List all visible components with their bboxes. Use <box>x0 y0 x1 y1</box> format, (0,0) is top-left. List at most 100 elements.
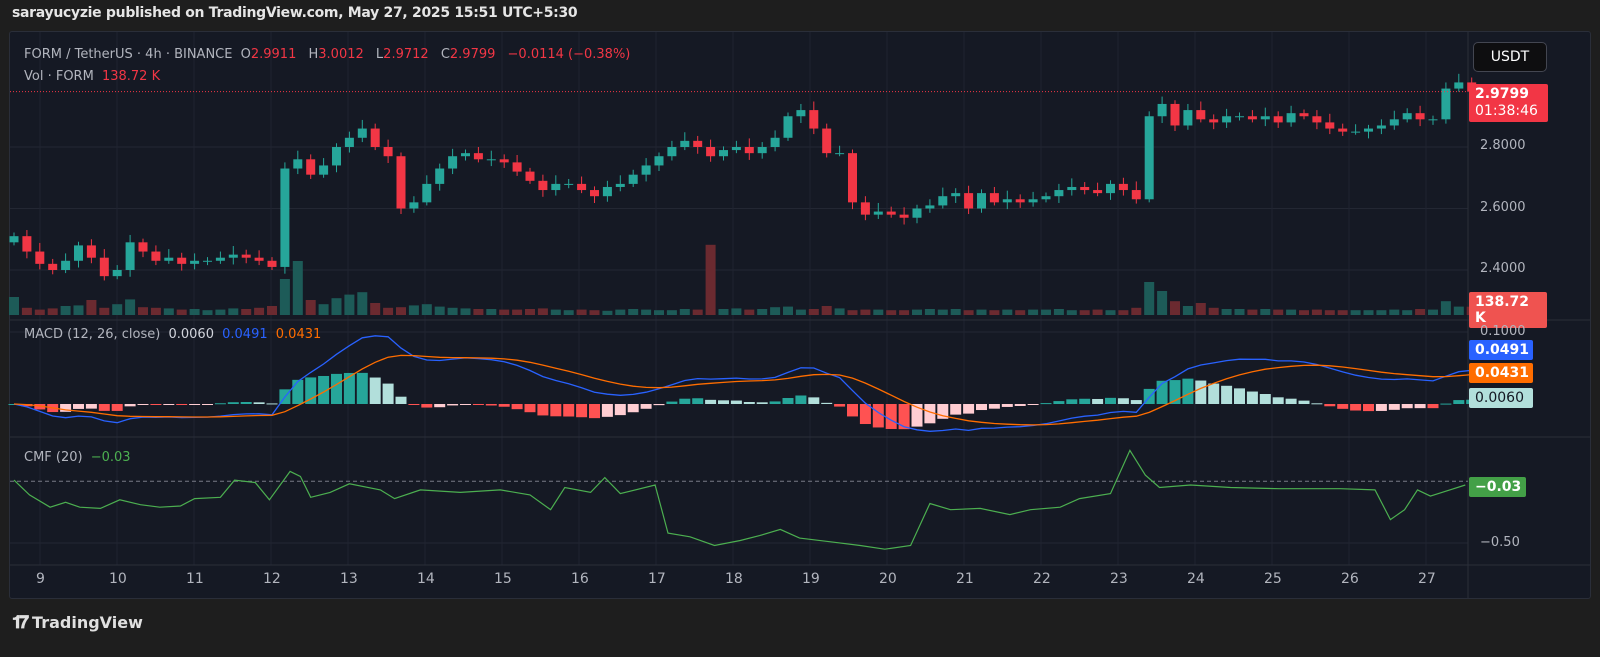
macd-histogram-bar <box>1259 394 1271 404</box>
macd-histogram-bar <box>1285 398 1297 404</box>
time-axis-tick: 9 <box>36 571 45 587</box>
macd-histogram-bar <box>266 403 278 405</box>
volume-bar <box>1324 310 1335 315</box>
price-axis-tick: 2.4000 <box>1480 261 1526 276</box>
tradingview-logo[interactable]: 𝟏𝟕 TradingView <box>12 612 143 633</box>
volume-bar <box>847 310 858 315</box>
macd-histogram-bar <box>808 397 820 404</box>
volume-bar <box>1247 309 1258 315</box>
macd-histogram-bar <box>666 401 678 404</box>
volume-bar <box>1376 310 1387 315</box>
volume-bar <box>1028 309 1039 315</box>
candle-body <box>1106 183 1115 194</box>
volume-bar <box>1389 309 1400 315</box>
macd-histogram-bar <box>163 404 175 405</box>
candle-body <box>267 260 277 267</box>
time-axis-tick: 11 <box>186 571 204 587</box>
volume-legend: Vol · FORM 138.72 K <box>24 69 164 84</box>
candle-body <box>1325 122 1335 129</box>
macd-histogram-bar <box>1027 404 1039 405</box>
macd-histogram-bar <box>305 377 317 404</box>
candle-body <box>1080 186 1090 191</box>
macd-histogram-bar <box>150 404 162 405</box>
candle-body <box>190 260 200 264</box>
candle-body <box>1183 110 1193 126</box>
volume-bar <box>576 309 587 315</box>
time-axis-tick: 24 <box>1187 571 1205 587</box>
candle-body <box>177 257 187 264</box>
macd-histogram-bar <box>124 404 136 407</box>
candle-body <box>319 165 329 175</box>
volume-bar <box>460 308 471 315</box>
candle-body <box>9 236 19 243</box>
volume-bar <box>899 310 910 315</box>
volume-bar <box>757 309 768 315</box>
macd-histogram-bar <box>1298 400 1310 404</box>
volume-bar <box>1170 301 1180 315</box>
volume-bar <box>125 299 136 315</box>
candle-body <box>835 153 845 155</box>
macd-histogram-bar <box>589 404 600 419</box>
volume-bar <box>383 307 394 315</box>
volume-bar <box>434 306 445 315</box>
candle-body <box>809 110 819 129</box>
candle-body <box>848 153 857 203</box>
candle-body <box>770 137 780 147</box>
volume-bar <box>537 308 548 315</box>
volume-bar <box>692 309 703 315</box>
macd-histogram-bar <box>679 398 691 404</box>
volume-bar <box>1402 310 1413 315</box>
macd-axis-tick: 0.1000 <box>1480 324 1526 339</box>
macd-histogram-bar <box>743 402 755 404</box>
symbol-name[interactable]: FORM / TetherUS · 4h · BINANCE <box>24 47 232 62</box>
candle-body <box>1364 128 1373 132</box>
macd-histogram-bar <box>1092 398 1104 404</box>
macd-histogram-bar <box>214 403 226 405</box>
macd-hist-value: 0.0060 <box>168 327 214 342</box>
volume-label[interactable]: Vol · FORM <box>24 69 94 84</box>
time-axis-tick: 21 <box>956 571 974 587</box>
macd-histogram-bar <box>1066 399 1078 404</box>
macd-histogram-bar <box>718 400 729 404</box>
macd-histogram-bar <box>1272 397 1284 404</box>
volume-bar <box>267 306 277 315</box>
candle-body <box>938 196 948 206</box>
candle-body <box>577 183 587 191</box>
time-axis-tick: 19 <box>802 571 820 587</box>
candle-body <box>525 171 535 181</box>
volume-bar <box>279 279 290 315</box>
macd-hist-badge: 0.0060 <box>1469 388 1533 408</box>
macd-histogram-bar <box>1001 404 1013 407</box>
volume-bar <box>744 309 755 315</box>
volume-bar <box>73 305 84 315</box>
change-value: −0.0114 (−0.38%) <box>507 47 631 62</box>
candle-body <box>1067 186 1077 191</box>
volume-bar <box>1440 301 1451 315</box>
volume-bar <box>770 307 781 315</box>
cmf-label[interactable]: CMF (20) <box>24 450 83 465</box>
time-axis-tick: 10 <box>109 571 127 587</box>
macd-label[interactable]: MACD (12, 26, close) <box>24 327 160 342</box>
volume-bar <box>1066 310 1077 315</box>
candle-body <box>228 254 238 258</box>
macd-histogram-bar <box>137 404 149 405</box>
candle-body <box>731 147 741 151</box>
candle-body <box>383 147 393 157</box>
candle-body <box>1338 128 1348 132</box>
time-axis-tick: 20 <box>879 571 897 587</box>
currency-button[interactable]: USDT <box>1473 42 1547 72</box>
candle-body <box>1247 116 1257 120</box>
volume-bar <box>1453 306 1464 315</box>
macd-histogram-bar <box>795 395 807 404</box>
low-value: 2.9712 <box>383 47 429 62</box>
macd-line-badge: 0.0491 <box>1469 340 1533 360</box>
volume-bar <box>1337 310 1348 315</box>
candle-body <box>783 116 793 138</box>
candle-body <box>628 174 638 184</box>
candle-body <box>1235 116 1244 118</box>
candle-body <box>1170 103 1180 126</box>
volume-bar <box>1415 309 1426 315</box>
candle-body <box>422 183 432 203</box>
macd-histogram-bar <box>472 404 484 405</box>
candle-body <box>499 159 509 163</box>
